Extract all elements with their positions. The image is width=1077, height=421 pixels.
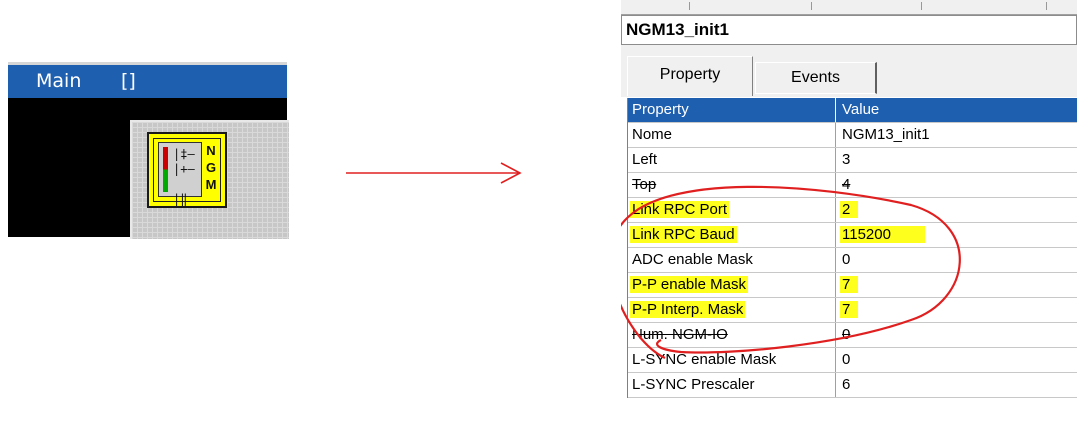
ngm-letter-g: G: [205, 160, 217, 175]
tab-bar: Property Events: [621, 45, 1077, 141]
table-row[interactable]: L-SYNC Prescaler 6: [628, 373, 1077, 398]
editor-title-bar[interactable]: Main []: [8, 62, 287, 98]
table-row[interactable]: Top 4: [628, 173, 1077, 198]
property-name-text: Left: [632, 151, 658, 168]
property-name: L-SYNC Prescaler: [628, 373, 836, 397]
property-name-text: L-SYNC Prescaler: [632, 376, 755, 393]
table-row[interactable]: Nome NGM13_init1: [628, 123, 1077, 148]
property-name: Num. NGM-IO: [628, 323, 836, 347]
property-value[interactable]: NGM13_init1: [837, 123, 1077, 147]
property-value[interactable]: 0: [837, 323, 1077, 347]
ngm-block-label: N G M: [204, 142, 218, 193]
property-inspector: NGM13_init1 Property Events Property Val…: [621, 0, 1077, 421]
property-value-text: 4: [842, 176, 851, 193]
property-value-text: 115200: [840, 226, 925, 243]
property-value[interactable]: 0: [837, 248, 1077, 272]
property-name: Link RPC Baud: [628, 223, 836, 247]
property-value[interactable]: 7: [837, 298, 1077, 322]
table-row[interactable]: Num. NGM-IO 0: [628, 323, 1077, 348]
property-name: Nome: [628, 123, 836, 147]
panel-top-strip: [621, 0, 1077, 15]
table-row[interactable]: L-SYNC enable Mask 0: [628, 348, 1077, 373]
level-bar-icon: [163, 147, 168, 192]
grid-header: Property Value: [628, 98, 1077, 123]
property-name-text: Link RPC Port: [630, 201, 730, 218]
property-name: P-P Interp. Mask: [628, 298, 836, 322]
editor-title: Main: [36, 70, 82, 92]
property-name: P-P enable Mask: [628, 273, 836, 297]
property-name: L-SYNC enable Mask: [628, 348, 836, 372]
editor-title-suffix: []: [121, 70, 136, 92]
tab-events[interactable]: Events: [755, 62, 877, 94]
table-row[interactable]: Left 3: [628, 148, 1077, 173]
io-symbol-icon: |‡– |+– |‖: [173, 147, 195, 206]
property-name: Left: [628, 148, 836, 172]
ngm-block-icon: |‡– |+– |‖: [158, 142, 202, 206]
property-value[interactable]: 6: [837, 373, 1077, 397]
property-value[interactable]: 0: [837, 348, 1077, 372]
ngm-block[interactable]: |‡– |+– |‖ N G M: [147, 132, 227, 208]
table-row[interactable]: Link RPC Baud 115200: [628, 223, 1077, 248]
tab-property[interactable]: Property: [627, 56, 753, 96]
property-value[interactable]: 115200: [837, 223, 1077, 247]
right-arrow-icon: [346, 162, 522, 184]
table-row[interactable]: P-P enable Mask 7: [628, 273, 1077, 298]
property-name: ADC enable Mask: [628, 248, 836, 272]
table-row[interactable]: Link RPC Port 2: [628, 198, 1077, 223]
property-name: Top: [628, 173, 836, 197]
property-value-text: 0: [842, 351, 851, 368]
property-value[interactable]: 4: [837, 173, 1077, 197]
property-value[interactable]: 2: [837, 198, 1077, 222]
object-name-field[interactable]: NGM13_init1: [621, 15, 1077, 45]
property-grid: Property Value Nome NGM13_init1 Left 3 Top 4 L…: [627, 98, 1077, 398]
property-name-text: Num. NGM-IO: [632, 326, 728, 343]
table-row[interactable]: P-P Interp. Mask 7: [628, 298, 1077, 323]
property-name-text: Top: [632, 176, 657, 193]
property-name-text: P-P Interp. Mask: [630, 301, 746, 318]
property-value[interactable]: 7: [837, 273, 1077, 297]
property-value-text: 6: [842, 376, 851, 393]
property-name-text: L-SYNC enable Mask: [632, 351, 777, 368]
property-value-text: 7: [840, 301, 859, 318]
property-value-text: 2: [840, 201, 859, 218]
header-value[interactable]: Value: [837, 98, 1077, 122]
property-value-text: 0: [842, 326, 851, 343]
property-value-text: 0: [842, 251, 851, 268]
ngm-letter-m: M: [205, 177, 217, 192]
property-value-text: 3: [842, 151, 851, 168]
property-name-text: Nome: [632, 126, 673, 143]
editor-window: Main [] |‡– |+– |‖ N G M: [8, 62, 289, 239]
header-property[interactable]: Property: [628, 98, 836, 122]
ngm-letter-n: N: [206, 143, 216, 158]
property-value-text: NGM13_init1: [842, 126, 930, 143]
property-name-text: ADC enable Mask: [632, 251, 753, 268]
property-name-text: P-P enable Mask: [630, 276, 748, 293]
property-name-text: Link RPC Baud: [630, 226, 737, 243]
property-name: Link RPC Port: [628, 198, 836, 222]
property-value-text: 7: [840, 276, 859, 293]
table-row[interactable]: ADC enable Mask 0: [628, 248, 1077, 273]
property-value[interactable]: 3: [837, 148, 1077, 172]
ngm-block-frame: |‡– |+– |‖ N G M: [153, 138, 221, 206]
